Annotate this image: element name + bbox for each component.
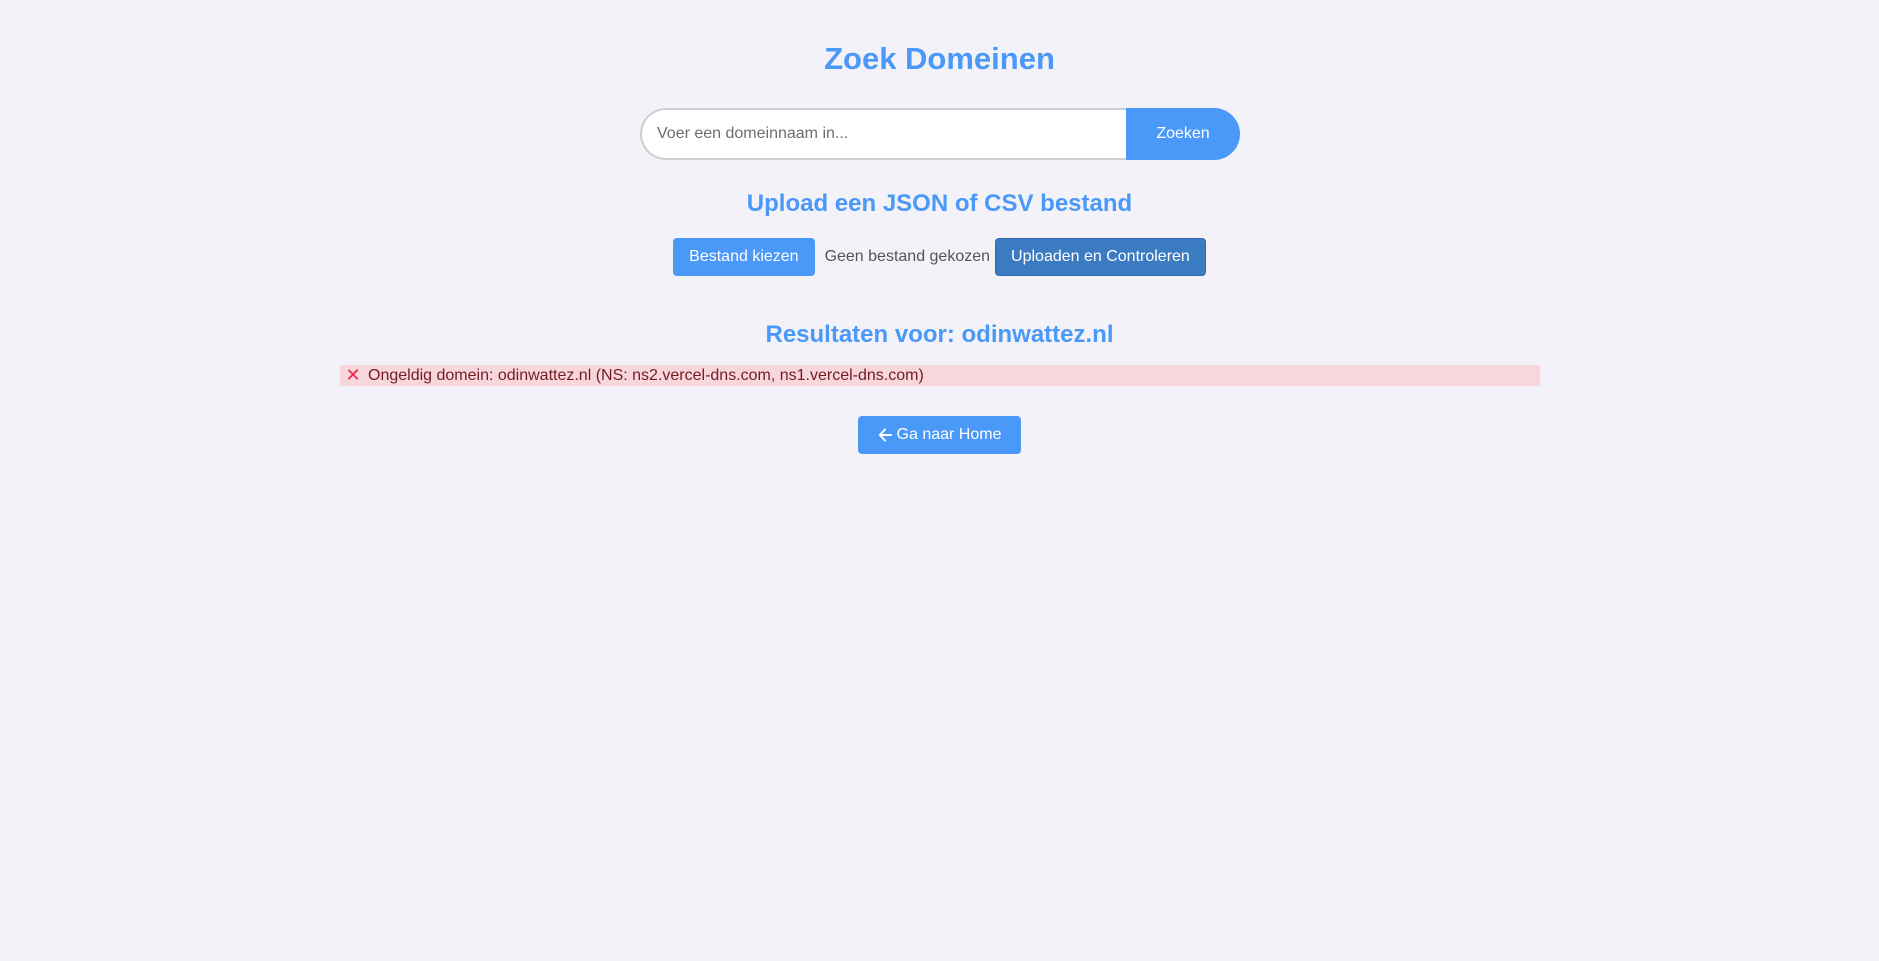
result-text: Ongeldig domein: odinwattez.nl (NS: ns2.… [368, 367, 924, 384]
go-home-button[interactable]: Ga naar Home [858, 416, 1021, 454]
page-title: Zoek Domeinen [824, 41, 1055, 76]
upload-title: Upload een JSON of CSV bestand [746, 190, 1133, 217]
upload-and-check-button[interactable]: Uploaden en Controleren [995, 238, 1206, 276]
results-title: Resultaten voor: odinwattez.nl [765, 321, 1114, 348]
go-home-label: Ga naar Home [896, 426, 1002, 443]
search-button[interactable]: Zoeken [1126, 108, 1240, 160]
search-input[interactable] [640, 108, 1126, 160]
result-item-invalid: ✕ Ongeldig domein: odinwattez.nl (NS: ns… [340, 365, 1540, 386]
search-form: Zoeken [640, 108, 1240, 160]
arrow-left-icon [878, 428, 892, 442]
choose-file-button[interactable]: Bestand kiezen [673, 238, 815, 276]
no-file-chosen-label: Geen bestand gekozen [824, 248, 991, 265]
upload-row: Bestand kiezen Geen bestand gekozen Uplo… [0, 238, 1879, 276]
cross-icon: ✕ [345, 365, 361, 385]
